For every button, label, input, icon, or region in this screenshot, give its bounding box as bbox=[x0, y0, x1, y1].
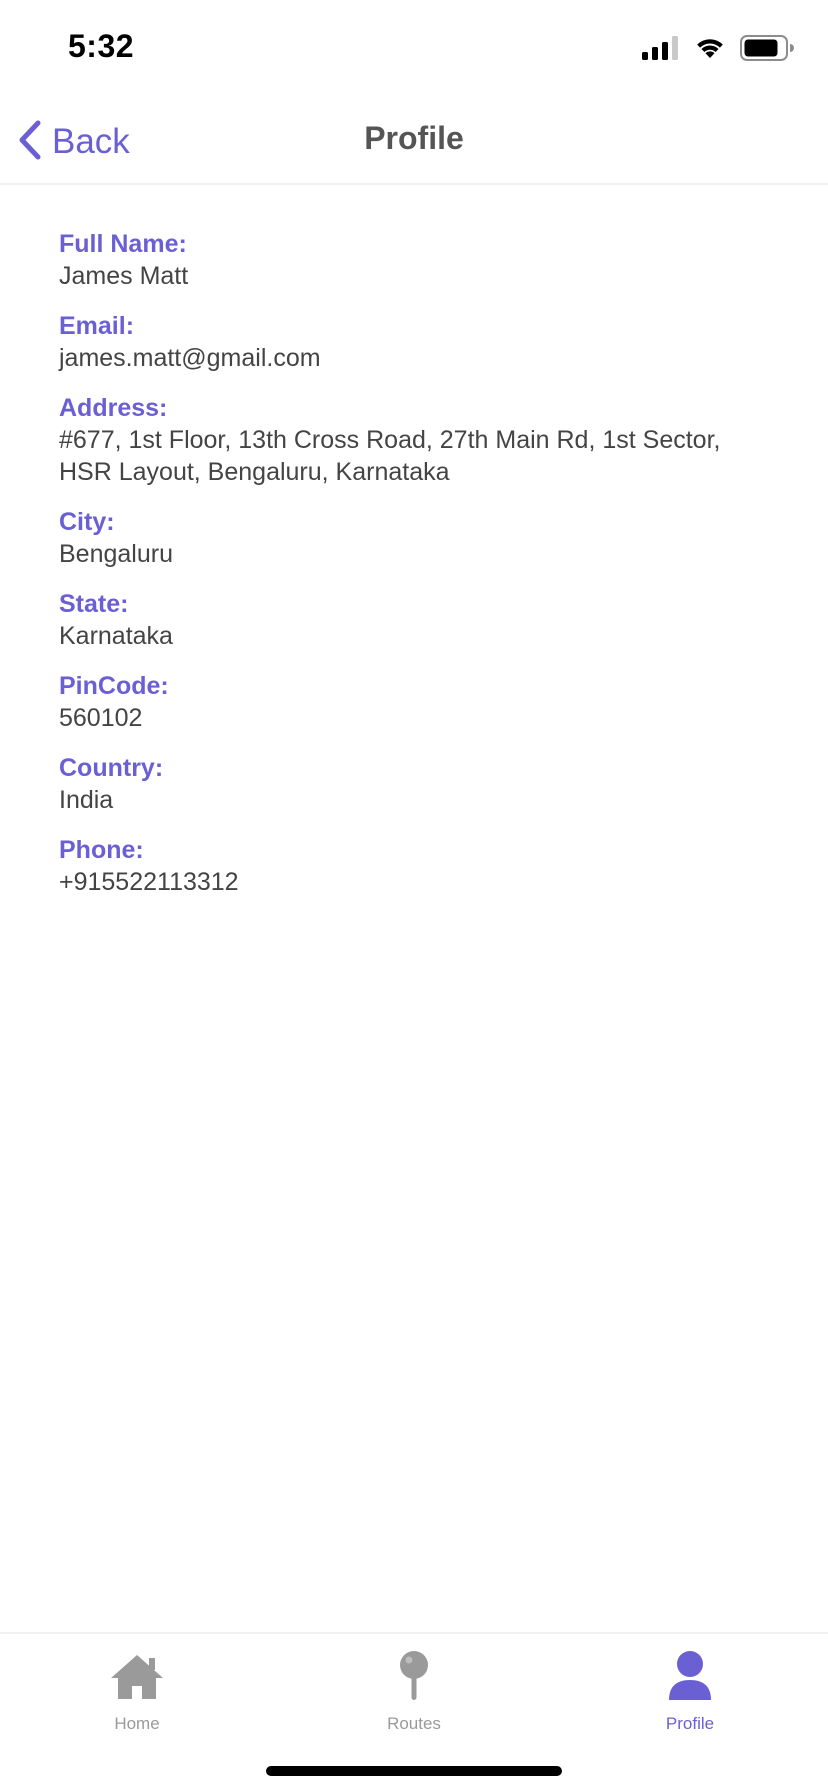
field-value: #677, 1st Floor, 13th Cross Road, 27th M… bbox=[59, 426, 721, 486]
tab-label: Home bbox=[114, 1714, 160, 1733]
map-pin-icon bbox=[384, 1648, 444, 1704]
battery-icon bbox=[740, 34, 794, 66]
field-value: james.matt@gmail.com bbox=[59, 344, 321, 372]
field-value: +915522113312 bbox=[59, 868, 239, 896]
page-title: Profile bbox=[364, 120, 464, 156]
tab-label: Routes bbox=[387, 1714, 441, 1733]
wifi-icon bbox=[694, 36, 726, 65]
field-value: India bbox=[59, 786, 114, 814]
field-city: City: Bengaluru bbox=[59, 506, 779, 570]
profile-details: Full Name: James Matt Email: james.matt@… bbox=[59, 228, 779, 916]
field-label: Address: bbox=[59, 394, 168, 422]
field-value: 560102 bbox=[59, 704, 143, 732]
field-pincode: PinCode: 560102 bbox=[59, 670, 779, 734]
status-time: 5:32 bbox=[68, 28, 135, 64]
status-icons bbox=[642, 34, 794, 66]
field-value: Karnataka bbox=[59, 622, 173, 650]
field-email: Email: james.matt@gmail.com bbox=[59, 310, 779, 374]
home-icon bbox=[107, 1648, 167, 1704]
navigation-bar: Back Profile bbox=[0, 100, 828, 185]
field-country: Country: India bbox=[59, 752, 779, 816]
field-label: Phone: bbox=[59, 836, 144, 864]
user-icon bbox=[660, 1648, 720, 1704]
field-value: James Matt bbox=[59, 262, 189, 290]
field-label: Country: bbox=[59, 754, 164, 782]
field-full-name: Full Name: James Matt bbox=[59, 228, 779, 292]
field-label: Email: bbox=[59, 312, 135, 340]
tab-profile[interactable]: Profile bbox=[620, 1648, 760, 1748]
tab-routes[interactable]: Routes bbox=[344, 1648, 484, 1748]
field-value: Bengaluru bbox=[59, 540, 173, 568]
cellular-signal-icon bbox=[642, 35, 680, 65]
field-state: State: Karnataka bbox=[59, 588, 779, 652]
profile-screen: 5:32 Back Profile Full Name: James Matt … bbox=[0, 0, 828, 1792]
field-label: PinCode: bbox=[59, 672, 169, 700]
home-indicator bbox=[266, 1766, 562, 1776]
tab-label: Profile bbox=[665, 1714, 715, 1733]
field-phone: Phone: +915522113312 bbox=[59, 834, 779, 898]
field-label: City: bbox=[59, 508, 115, 536]
field-address: Address: #677, 1st Floor, 13th Cross Roa… bbox=[59, 392, 779, 488]
status-bar: 5:32 bbox=[0, 0, 828, 100]
field-label: State: bbox=[59, 590, 129, 618]
tab-home[interactable]: Home bbox=[67, 1648, 207, 1748]
field-label: Full Name: bbox=[59, 230, 187, 258]
